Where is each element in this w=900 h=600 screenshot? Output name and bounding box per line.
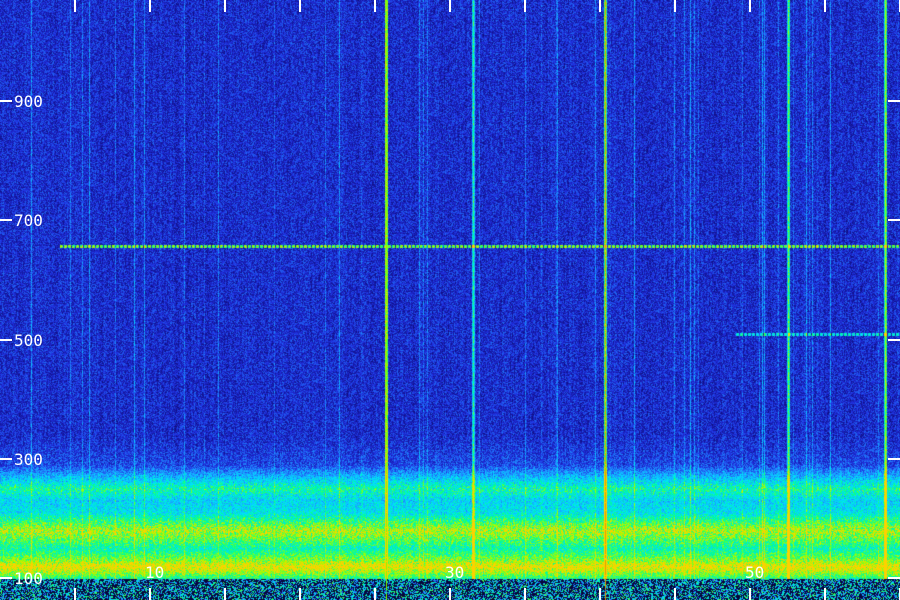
y-tick-label: 500 (14, 331, 43, 350)
y-tick-label: 900 (14, 92, 43, 111)
spectrogram-chart: 900 700 500 300 100 10 30 50 (0, 0, 900, 600)
x-tick-label: 30 (445, 563, 464, 582)
x-tick-label: 50 (745, 563, 764, 582)
spectrogram-heatmap (0, 0, 900, 600)
spectrogram-canvas-holder (0, 0, 900, 600)
y-tick-label: 300 (14, 450, 43, 469)
y-tick-label: 100 (14, 569, 43, 588)
y-tick-label: 700 (14, 211, 43, 230)
x-tick-label: 10 (145, 563, 164, 582)
